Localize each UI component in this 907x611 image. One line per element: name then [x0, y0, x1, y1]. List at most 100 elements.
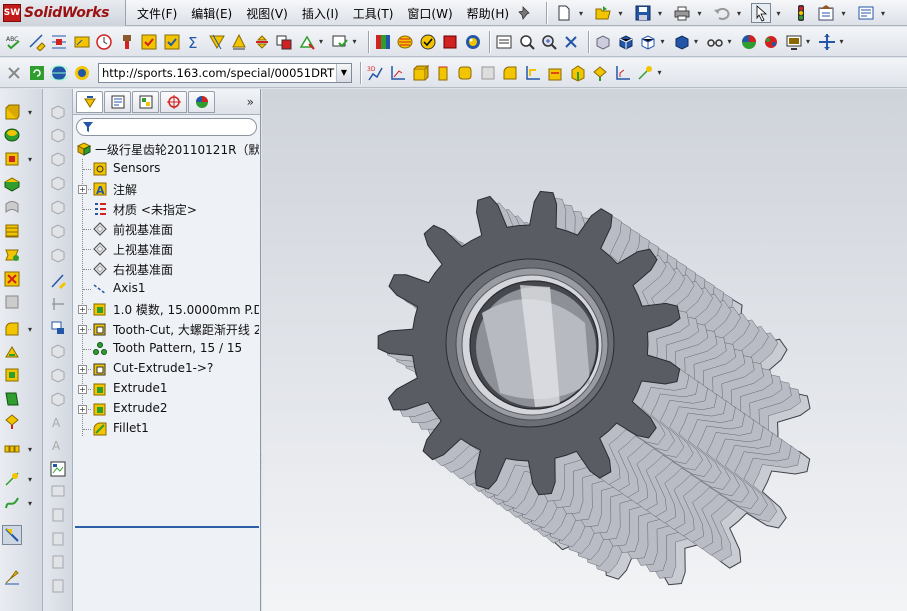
options-icon[interactable] — [816, 3, 836, 23]
polygon-tool-icon[interactable] — [48, 197, 68, 217]
render-tools-icon[interactable] — [373, 32, 393, 52]
smart-dimension-icon[interactable] — [27, 32, 47, 52]
rollback-bar[interactable] — [75, 526, 259, 528]
hide-show-items-icon[interactable] — [672, 32, 692, 52]
chevron-down-icon[interactable]: ▾ — [661, 37, 669, 46]
circle-tool-icon[interactable] — [48, 149, 68, 169]
offset-entities-icon[interactable] — [48, 365, 68, 385]
check-entity-icon[interactable] — [330, 32, 350, 52]
menu-item-2[interactable]: 视图(V) — [239, 5, 295, 22]
tree-item[interactable]: Fillet1 — [73, 419, 260, 439]
tab-display-manager[interactable] — [188, 90, 215, 113]
dome-icon[interactable] — [613, 63, 633, 83]
blocks-icon[interactable] — [48, 481, 68, 501]
tree-item[interactable]: + Extrude1 — [73, 379, 260, 399]
lofted-boss-icon[interactable] — [2, 173, 22, 193]
extruded-boss-icon[interactable] — [410, 63, 430, 83]
arc-tool-icon[interactable] — [48, 173, 68, 193]
sketch-picture-icon[interactable] — [48, 459, 68, 479]
stop-icon[interactable] — [440, 32, 460, 52]
chevron-down-icon[interactable]: ▾ — [806, 37, 814, 46]
approve-icon[interactable] — [418, 32, 438, 52]
chevron-down-icon[interactable]: ▾ — [353, 37, 361, 46]
tab-dimxpert-manager[interactable] — [160, 90, 187, 113]
geometry-analysis-icon[interactable] — [297, 32, 317, 52]
chevron-down-icon[interactable]: ▾ — [840, 37, 848, 46]
chevron-down-icon[interactable]: ▾ — [579, 9, 587, 18]
shell-feature-icon[interactable] — [2, 365, 22, 385]
select-arrow-icon[interactable] — [751, 3, 771, 23]
section-properties-icon[interactable] — [252, 32, 272, 52]
extruded-boss-icon[interactable] — [2, 102, 22, 122]
construction-line-icon[interactable] — [48, 318, 68, 338]
expand-icon[interactable]: + — [78, 405, 87, 414]
tree-item[interactable]: + A 注解 — [73, 179, 260, 199]
bolt-feature-icon[interactable] — [117, 32, 137, 52]
dimxpert-icon[interactable] — [94, 32, 114, 52]
check-icon[interactable] — [139, 32, 159, 52]
menu-item-3[interactable]: 插入(I) — [295, 5, 346, 22]
open-folder-icon[interactable] — [593, 3, 613, 23]
scene-icon[interactable] — [761, 32, 781, 52]
sum-icon[interactable]: Σ — [184, 32, 204, 52]
chevron-down-icon[interactable]: ▾ — [777, 9, 785, 18]
chevron-down-icon[interactable]: ▾ — [28, 325, 36, 334]
line-tool-icon[interactable] — [48, 102, 68, 122]
chevron-down-icon[interactable]: ▾ — [28, 155, 36, 164]
revolved-boss-icon[interactable] — [433, 63, 453, 83]
url-input[interactable]: http://sports.163.com/special/00051DRT — [99, 66, 336, 80]
swept-cut-icon[interactable] — [2, 292, 22, 312]
tab-property-manager[interactable] — [104, 90, 131, 113]
tree-item[interactable]: Sensors — [73, 159, 260, 179]
quick-snaps-icon[interactable] — [48, 552, 68, 572]
chevron-down-icon[interactable]: ▾ — [28, 445, 36, 454]
app-logo[interactable]: SW SolidWorks — [0, 0, 126, 26]
gear-model[interactable] — [262, 89, 907, 611]
photo-render-icon[interactable] — [463, 32, 483, 52]
url-combobox[interactable]: http://sports.163.com/special/00051DRT ▼ — [98, 62, 352, 83]
fillet-feature-icon[interactable] — [2, 319, 22, 339]
expand-icon[interactable]: + — [78, 365, 87, 374]
fillet-sketch-icon[interactable] — [48, 341, 68, 361]
save-icon[interactable] — [633, 3, 653, 23]
chevron-down-icon[interactable]: ▾ — [619, 9, 627, 18]
menu-item-5[interactable]: 窗口(W) — [400, 5, 459, 22]
revolved-boss-icon[interactable] — [2, 125, 22, 145]
tree-item[interactable]: Tooth Pattern, 15 / 15 — [73, 339, 260, 359]
extruded-cut-icon[interactable] — [2, 221, 22, 241]
tree-item[interactable]: + Cut-Extrude1->? — [73, 359, 260, 379]
zoom-to-fit-icon[interactable] — [517, 32, 537, 52]
mass-properties-icon[interactable] — [229, 32, 249, 52]
tree-item[interactable]: Axis1 — [73, 279, 260, 299]
reference-point-icon[interactable] — [635, 63, 655, 83]
chevron-down-icon[interactable]: ▾ — [28, 475, 36, 484]
web-home-icon[interactable] — [49, 63, 69, 83]
menu-item-0[interactable]: 文件(F) — [130, 5, 184, 22]
expand-icon[interactable]: + — [78, 305, 87, 314]
rib-icon[interactable] — [545, 63, 565, 83]
tree-item[interactable]: + Tooth-Cut, 大螺距渐开线 2 — [73, 319, 260, 339]
tree-item[interactable]: +1.0 模数, 15.0000mm P.D. — [73, 299, 260, 319]
rebuild-traffic-light-icon[interactable] — [791, 3, 811, 23]
spline-tool-icon[interactable] — [48, 221, 68, 241]
expand-icon[interactable]: + — [78, 325, 87, 334]
expand-panel-icon[interactable]: » — [247, 95, 254, 109]
tree-item[interactable]: 前视基准面 — [73, 219, 260, 239]
tree-item[interactable]: + Extrude2 — [73, 399, 260, 419]
tree-root[interactable]: 一级行星齿轮20110121R（默认 — [73, 139, 260, 159]
chevron-down-icon[interactable]: ▾ — [694, 37, 702, 46]
tab-feature-tree[interactable] — [76, 90, 103, 113]
tab-configuration-manager[interactable] — [132, 90, 159, 113]
interference-icon[interactable] — [274, 32, 294, 52]
draft-feature-icon[interactable] — [2, 389, 22, 409]
zoom-to-area-icon[interactable] — [539, 32, 559, 52]
rib-feature-icon[interactable] — [2, 342, 22, 362]
display-manager-icon[interactable] — [784, 32, 804, 52]
expand-icon[interactable]: + — [78, 385, 87, 394]
print-icon[interactable] — [672, 3, 692, 23]
chevron-down-icon[interactable]: ▾ — [319, 37, 327, 46]
expand-icon[interactable]: + — [78, 185, 87, 194]
tree-item[interactable]: 右视基准面 — [73, 259, 260, 279]
swept-boss-icon[interactable] — [455, 63, 475, 83]
zebra-stripes-icon[interactable] — [395, 32, 415, 52]
